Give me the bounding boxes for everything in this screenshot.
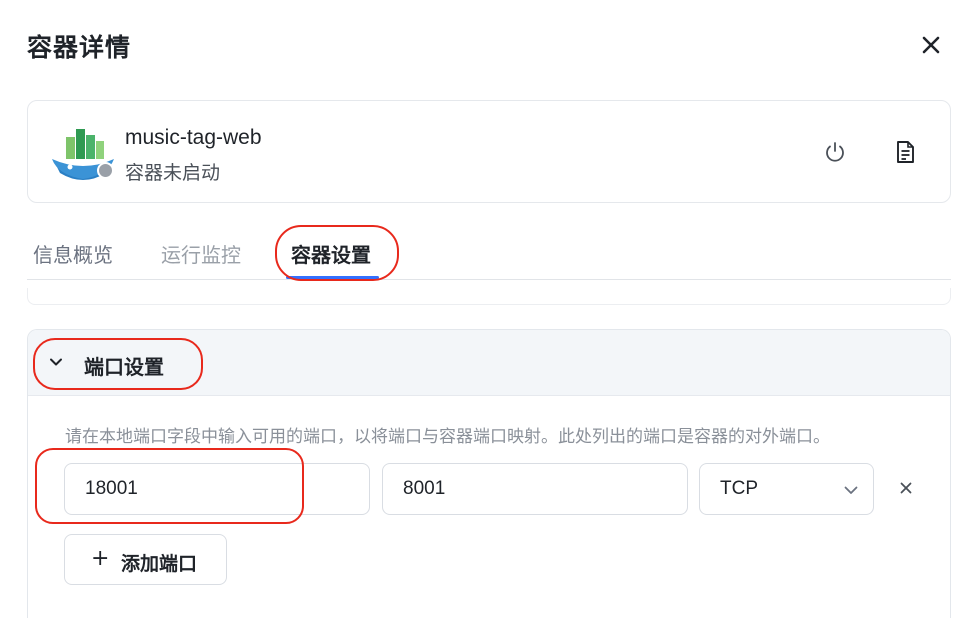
container-card: music-tag-web 容器未启动 [27,100,951,203]
container-status: 容器未启动 [125,162,221,184]
annotation-circle-port [35,448,304,524]
protocol-value: TCP [720,478,758,499]
tab-overview[interactable]: 信息概览 [33,239,113,268]
plus-icon: + [91,546,110,571]
protocol-select[interactable]: TCP [699,463,874,515]
annotation-circle-tab [275,225,399,281]
tab-bar: 信息概览 运行监控 容器设置 [27,232,951,280]
status-indicator [97,162,114,179]
chevron-down-icon [844,486,858,494]
annotation-circle-section [33,338,203,390]
add-port-label: 添加端口 [121,553,198,575]
power-icon[interactable] [822,139,848,165]
add-port-button[interactable]: + 添加端口 [64,534,227,585]
tab-monitor[interactable]: 运行监控 [161,239,241,268]
remove-icon[interactable] [897,479,915,497]
dialog-title: 容器详情 [27,33,132,62]
section-divider [27,288,951,305]
container-port-input[interactable]: 8001 [382,463,688,515]
container-name: music-tag-web [125,126,262,149]
port-hint-text: 请在本地端口字段中输入可用的端口，以将端口与容器端口映射。此处列出的端口是容器的… [65,427,830,447]
close-icon[interactable] [917,31,945,59]
document-icon[interactable] [892,139,918,165]
